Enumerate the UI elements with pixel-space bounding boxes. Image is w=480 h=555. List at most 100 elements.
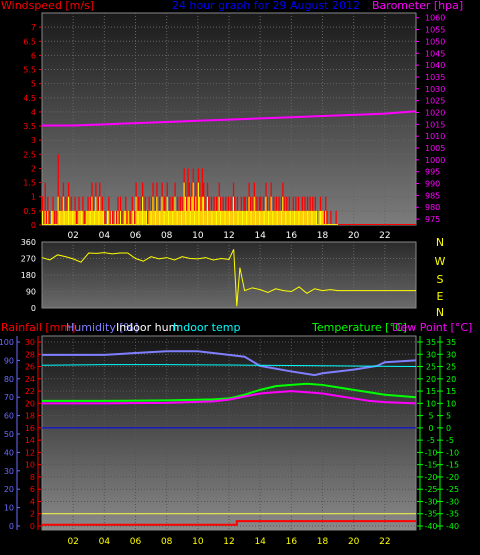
wind-avg-bar [188,196,190,225]
wind-avg-bar [180,210,183,225]
wind-y-tick-label: 7 [31,23,36,32]
wind-avg-bar [62,196,64,225]
rain-y-tick-label: 26 [25,363,35,372]
wind-avg-bar [218,196,220,225]
wind-avg-bar [274,210,276,225]
wind-avg-bar [88,210,90,225]
wind-avg-bar [64,210,66,225]
wind-avg-bar [153,210,155,225]
rain-y-tick-label: 28 [25,350,35,359]
wind-avg-bar [265,196,267,225]
temp-x-tick-label: 16 [286,537,298,547]
wind-avg-bar [140,210,142,225]
wind-gust-bar [104,210,106,225]
wind-avg-bar [183,182,185,225]
wind-avg-bar [173,210,175,225]
wind-avg-bar [182,210,184,225]
wind-avg-bar [316,210,318,225]
rain-y-tick-label: 8 [30,473,35,482]
wind-gust-bar [323,210,326,225]
humidity-y-tick-label: 40 [4,448,14,457]
wind-avg-bar [151,210,153,225]
wind-avg-bar [318,210,320,225]
wind-gust-bar [56,210,58,225]
wind-avg-bar [252,210,254,225]
temp-y-tick-label-a: -35 [424,510,437,519]
wind-avg-bar [160,210,162,225]
wind-avg-bar [260,210,262,225]
wind-x-tick-label: 18 [317,231,329,241]
wind-avg-bar [161,196,163,225]
wind-avg-bar [234,210,236,225]
rainfall-axis-title: Rainfall [mm] [1,321,75,334]
wind-avg-bar [165,210,167,225]
wind-x-tick-label: 12 [223,231,234,241]
wind-avg-bar [213,210,215,225]
baro-y-tick-label: 1000 [425,156,445,165]
humidity-y-tick-label: 90 [4,356,14,365]
baro-y-tick-label: 1045 [425,49,445,58]
rain-y-tick-label: 6 [30,485,35,494]
wind-avg-bar [154,210,157,225]
wind-x-tick-label: 22 [379,231,390,241]
temp-y-tick-label-b: 30 [446,350,456,359]
dir-y-tick-label: 90 [26,288,36,297]
temp-y-tick-label-a: -30 [424,497,437,506]
temp-x-tick-label: 08 [161,537,173,547]
wind-y-tick-label: 2.5 [23,150,36,159]
wind-avg-bar [169,210,171,225]
baro-y-tick-label: 1055 [425,26,445,35]
wind-y-tick-label: 2 [31,164,36,173]
wind-avg-bar [269,210,271,225]
wind-avg-bar [282,196,284,225]
baro-y-tick-label: 1050 [425,37,445,46]
wind-avg-bar [203,196,205,225]
baro-y-tick-label: 990 [425,180,440,189]
wind-avg-bar [280,210,283,225]
wind-avg-bar [301,210,303,225]
temp-y-tick-label-a: 10 [426,399,436,408]
wind-avg-bar [191,196,193,225]
rain-y-tick-label: 22 [25,387,35,396]
wind-avg-bar [156,196,158,225]
wind-avg-bar [73,210,75,225]
wind-y-tick-label: 4.5 [23,94,36,103]
wind-avg-bar [303,210,305,225]
wind-avg-bar [177,210,179,225]
wind-avg-bar [227,210,229,225]
dir-y-tick-label: 0 [31,304,36,313]
wind-avg-bar [284,210,286,225]
wind-avg-bar [123,210,125,225]
wind-avg-bar [225,210,227,225]
wind-avg-bar [135,196,137,225]
wind-avg-bar [223,210,225,225]
wind-avg-bar [117,210,119,225]
wind-y-tick-label: 3 [31,136,36,145]
baro-y-tick-label: 985 [425,191,440,200]
temp-y-tick-label-a: -15 [424,461,437,470]
wind-x-tick-label: 20 [348,231,360,241]
wind-gust-bar [330,210,332,225]
wind-avg-bar [292,210,294,225]
wind-avg-bar [186,210,188,225]
rain-y-tick-label: 10 [25,461,35,470]
compass-letter: N [436,236,444,249]
wind-avg-bar [312,210,314,225]
wind-avg-bar [179,210,181,225]
wind-avg-bar [262,210,264,225]
wind-avg-bar [96,210,98,225]
rain-y-tick-label: 0 [30,522,35,531]
baro-y-tick-label: 1025 [425,97,445,106]
wind-avg-bar [106,210,109,225]
wind-avg-bar [319,210,322,225]
wind-gust-bar [126,210,128,225]
wind-avg-bar [61,210,63,225]
wind-avg-bar [178,210,180,225]
wind-avg-bar [287,210,289,225]
temp-y-tick-label-b: 25 [446,363,456,372]
wind-avg-bar [100,210,102,225]
wind-avg-bar [91,196,93,225]
wind-avg-bar [256,210,258,225]
wind-y-tick-label: 1.5 [23,179,36,188]
wind-avg-bar [197,182,199,225]
